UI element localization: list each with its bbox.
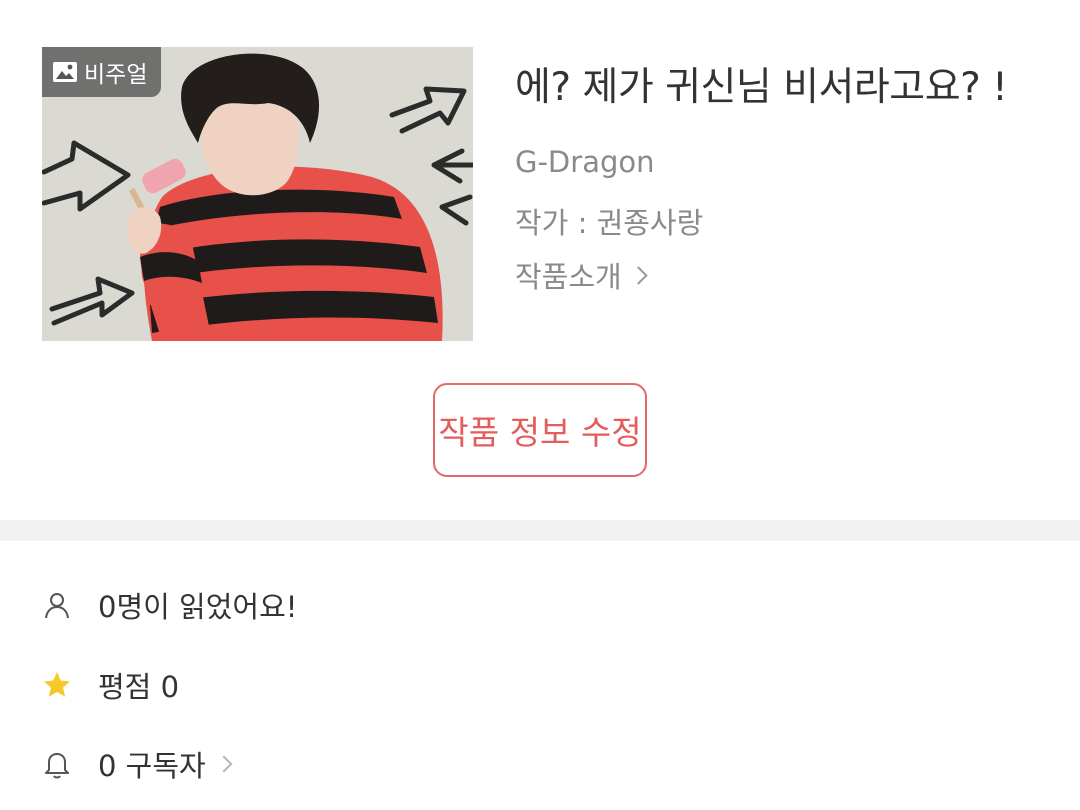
edit-work-info-button[interactable]: 작품 정보 수정 <box>433 383 647 477</box>
section-divider <box>0 520 1080 541</box>
work-intro-link[interactable]: 작품소개 <box>515 254 648 296</box>
work-intro-label: 작품소개 <box>515 260 622 294</box>
rating-text: 평점 0 <box>98 670 180 704</box>
chevron-right-icon <box>215 755 233 773</box>
visual-badge-label: 비주얼 <box>84 62 148 88</box>
work-author: 작가 : 권죵사랑 <box>515 206 704 240</box>
subscribers-stat[interactable]: 0 구독자 <box>42 743 233 785</box>
readers-text: 0명이 읽었어요! <box>98 590 298 624</box>
visual-badge: 비주얼 <box>42 47 162 97</box>
image-icon <box>53 62 77 82</box>
chevron-right-icon <box>629 265 648 285</box>
work-title: 에? 제가 귀신님 비서라고요? ! <box>515 65 1008 110</box>
star-icon <box>44 672 70 697</box>
work-subject: G-Dragon <box>515 145 655 179</box>
rating-stat: 평점 0 <box>42 664 179 706</box>
cover-image[interactable]: 비주얼 <box>42 47 473 341</box>
subscribers-text: 0 구독자 <box>98 749 206 783</box>
bell-icon <box>45 753 69 779</box>
readers-stat: 0명이 읽었어요! <box>42 584 297 626</box>
person-icon <box>45 593 69 619</box>
